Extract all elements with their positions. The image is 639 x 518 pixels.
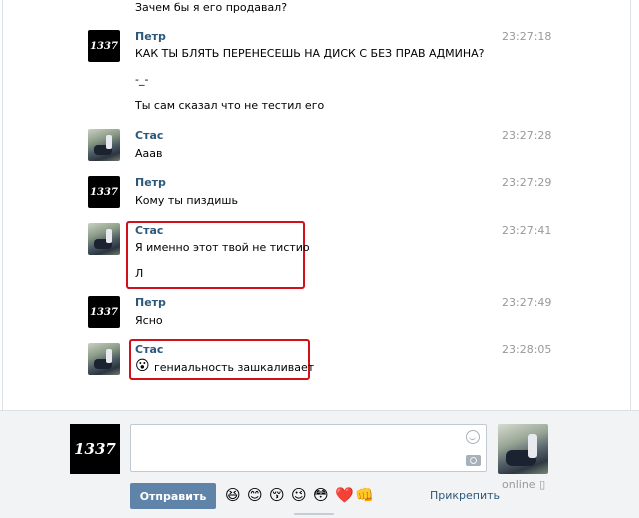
attach-link[interactable]: Прикрепить [430,489,500,502]
message-time[interactable]: 23:27:41 [502,224,551,237]
message-text: КАК ТЫ БЛЯТЬ ПЕРЕНЕСЕШЬ НА ДИСК С БЕЗ ПР… [135,47,485,60]
message-text: Кому ты пиздишь [135,194,238,207]
message-text: Зачем бы я его продавал? [135,1,288,14]
avatar-petr[interactable]: 1337 [88,296,120,328]
avatar-stas[interactable] [88,129,120,161]
scroll-handle[interactable] [294,513,334,515]
message-text: Л [135,267,144,280]
avatar-petr[interactable]: 1337 [88,176,120,208]
emoji-flushed-icon[interactable]: 😳 [313,487,329,504]
emoji-heart-icon[interactable]: ❤️ [335,487,354,504]
my-avatar[interactable]: 1337 [70,424,120,474]
message-time[interactable]: 23:28:05 [502,343,551,356]
peer-online-status: online ▯ [502,478,546,491]
author-name[interactable]: Петр [135,30,166,43]
author-name[interactable]: Стас [135,343,163,356]
author-name[interactable]: Петр [135,296,166,309]
author-name[interactable]: Стас [135,224,163,237]
message-time[interactable]: 23:27:49 [502,296,551,309]
message-text: Ты сам сказал что не тестил его [135,99,325,112]
message-input[interactable] [130,424,487,472]
send-button[interactable]: Отправить [130,483,216,509]
message-text: Ясно [135,314,163,327]
emoji-kiss-icon[interactable]: 😚 [269,487,285,504]
message-text: -_- [135,73,149,86]
avatar-stas[interactable] [88,343,120,375]
author-name[interactable]: Стас [135,129,163,142]
right-border [630,0,631,410]
emoji-fist-icon[interactable]: 👊 [355,487,374,504]
message-text: Ааав [135,147,163,160]
peer-avatar[interactable] [498,424,548,474]
avatar-stas[interactable] [88,223,120,255]
message-text: Я именно этот твой не тистио [135,241,310,254]
message-time[interactable]: 23:27:18 [502,30,551,43]
message-time[interactable]: 23:27:29 [502,176,551,189]
message-text: гениальность зашкаливает [154,361,315,374]
smile-icon[interactable] [466,430,480,444]
emoji-laughing-icon[interactable]: 😆 [225,487,241,504]
emoji-wink-icon[interactable]: 😉 [291,487,307,504]
emoji-smile-icon[interactable]: 😊 [247,487,263,504]
message-time[interactable]: 23:27:28 [502,129,551,142]
avatar-petr[interactable]: 1337 [88,30,120,62]
left-border [2,0,3,410]
author-name[interactable]: Петр [135,176,166,189]
camera-icon[interactable] [466,455,481,466]
surprised-emoji-icon: 😮 [135,358,150,374]
phone-icon: ▯ [539,478,546,491]
